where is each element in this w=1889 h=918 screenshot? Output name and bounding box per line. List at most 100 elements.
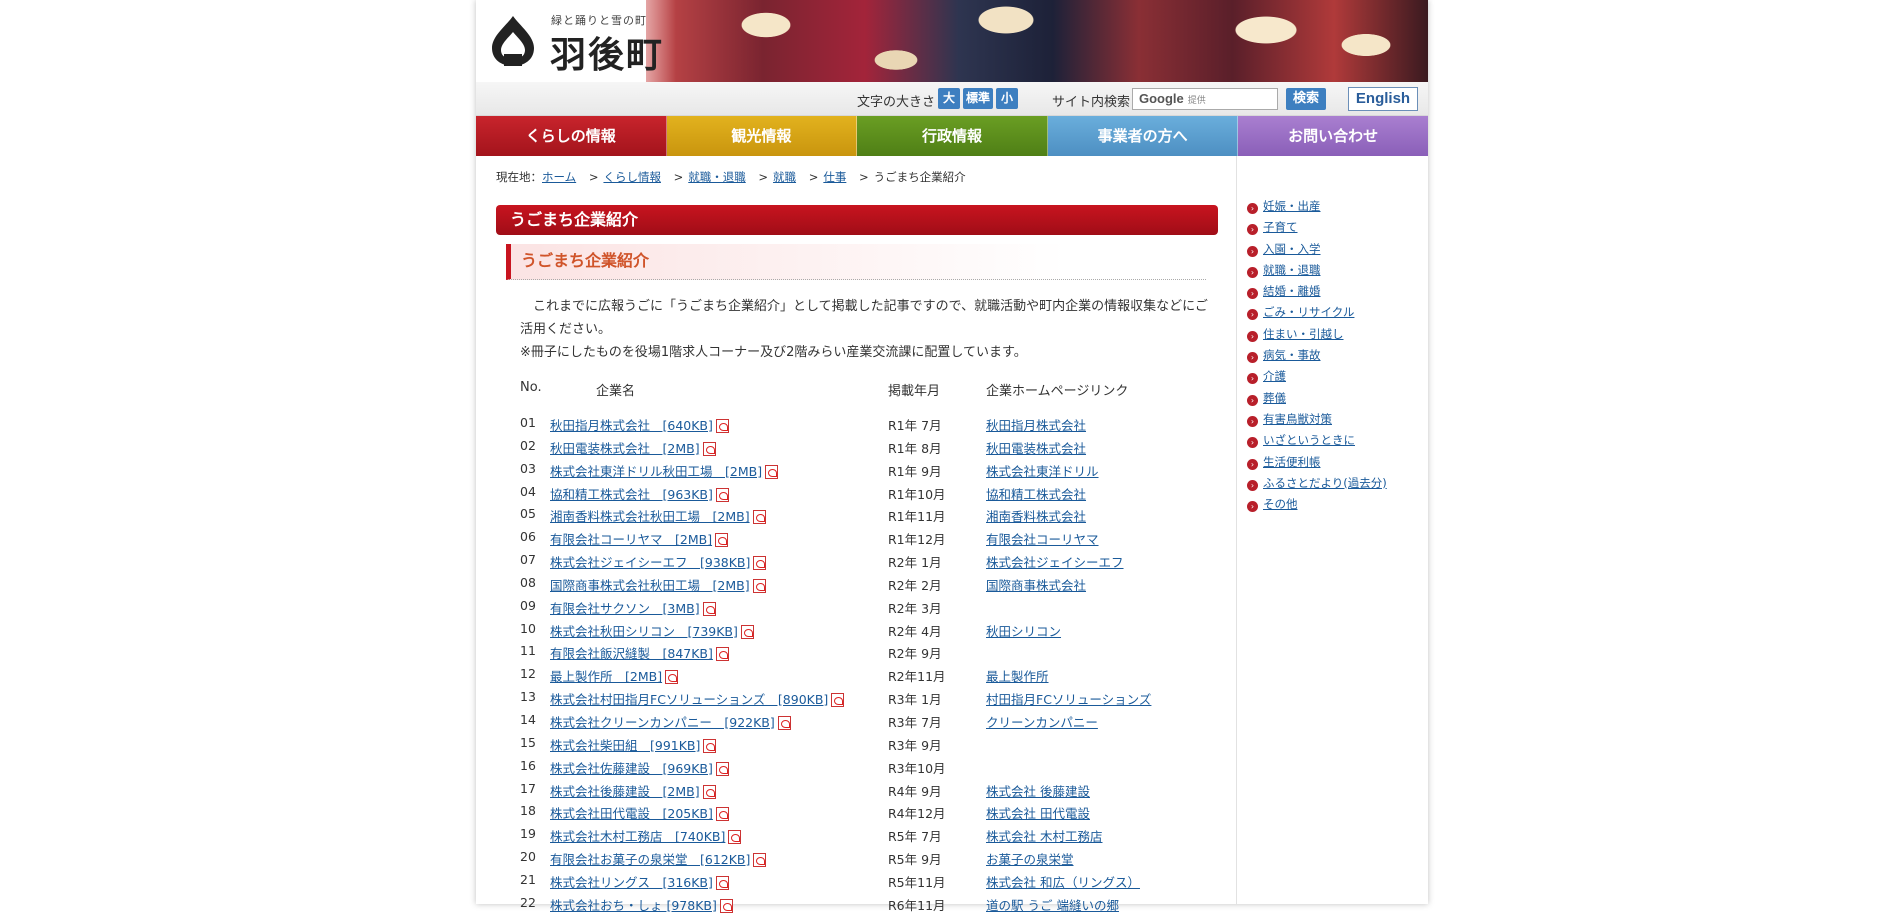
sidebar-item-link[interactable]: ごみ・リサイクル bbox=[1263, 305, 1354, 319]
sidebar-item-link[interactable]: 有害鳥獣対策 bbox=[1263, 412, 1332, 426]
company-pdf-link[interactable]: 有限会社コーリヤマ [2MB] bbox=[550, 529, 729, 548]
company-homepage-link[interactable]: 村田指月FCソリューションズ bbox=[986, 689, 1151, 708]
company-name[interactable]: 有限会社コーリヤマ [2MB] bbox=[550, 532, 712, 547]
sidebar-item[interactable]: › 結婚・離婚 bbox=[1247, 283, 1387, 304]
english-button[interactable]: English bbox=[1348, 87, 1418, 111]
sidebar-item-link[interactable]: 介護 bbox=[1263, 369, 1286, 383]
company-name[interactable]: 株式会社後藤建設 [2MB] bbox=[550, 784, 700, 799]
breadcrumb-link-home[interactable]: ホーム bbox=[542, 170, 576, 184]
company-homepage-link[interactable]: 有限会社コーリヤマ bbox=[986, 529, 1099, 548]
company-pdf-link[interactable]: 秋田電装株式会社 [2MB] bbox=[550, 438, 716, 457]
company-pdf-link[interactable]: 株式会社東洋ドリル秋田工場 [2MB] bbox=[550, 461, 779, 480]
sidebar-item[interactable]: › 子育て bbox=[1247, 219, 1387, 240]
company-name[interactable]: 有限会社お菓子の泉栄堂 [612KB] bbox=[550, 852, 750, 867]
sidebar-item-link[interactable]: 病気・事故 bbox=[1263, 348, 1321, 362]
company-pdf-link[interactable]: 株式会社田代電設 [205KB] bbox=[550, 803, 729, 822]
company-name[interactable]: 株式会社東洋ドリル秋田工場 [2MB] bbox=[550, 464, 762, 479]
company-name[interactable]: 秋田指月株式会社 [640KB] bbox=[550, 418, 713, 433]
company-homepage-link[interactable]: 株式会社 木村工務店 bbox=[986, 826, 1102, 845]
search-input[interactable]: Google 提供 bbox=[1132, 88, 1278, 110]
company-pdf-link[interactable]: 株式会社ジェイシーエフ [938KB] bbox=[550, 552, 767, 571]
sidebar-item[interactable]: › 介護 bbox=[1247, 368, 1387, 389]
sidebar-item-link[interactable]: 住まい・引越し bbox=[1263, 327, 1344, 341]
sidebar-item[interactable]: › 有害鳥獣対策 bbox=[1247, 411, 1387, 432]
sidebar-item[interactable]: › その他 bbox=[1247, 496, 1387, 517]
company-name[interactable]: 株式会社おち・しょ [978KB] bbox=[550, 898, 717, 913]
company-name[interactable]: 株式会社リングス [316KB] bbox=[550, 875, 713, 890]
company-name[interactable]: 国際商事株式会社秋田工場 [2MB] bbox=[550, 578, 750, 593]
nav-item-tourism[interactable]: 観光情報 bbox=[666, 116, 858, 156]
company-pdf-link[interactable]: 株式会社おち・しょ [978KB] bbox=[550, 895, 733, 914]
sidebar-item-link[interactable]: 子育て bbox=[1263, 220, 1298, 234]
company-name[interactable]: 有限会社サクソン [3MB] bbox=[550, 601, 700, 616]
sidebar-item-link[interactable]: いざというときに bbox=[1263, 433, 1355, 447]
sidebar-item[interactable]: › 葬儀 bbox=[1247, 390, 1387, 411]
breadcrumb-link-job[interactable]: 就職 bbox=[773, 170, 796, 184]
company-pdf-link[interactable]: 株式会社佐藤建設 [969KB] bbox=[550, 758, 729, 777]
company-pdf-link[interactable]: 有限会社お菓子の泉栄堂 [612KB] bbox=[550, 849, 767, 868]
sidebar-item[interactable]: › 入園・入学 bbox=[1247, 241, 1387, 262]
search-button[interactable]: 検索 bbox=[1286, 88, 1326, 110]
sidebar-item[interactable]: › ふるさとだより(過去分) bbox=[1247, 475, 1387, 496]
company-name[interactable]: 湘南香料株式会社秋田工場 [2MB] bbox=[550, 509, 750, 524]
sidebar-item-link[interactable]: 就職・退職 bbox=[1263, 263, 1321, 277]
company-name[interactable]: 株式会社クリーンカンパニー [922KB] bbox=[550, 715, 775, 730]
company-name[interactable]: 最上製作所 [2MB] bbox=[550, 669, 662, 684]
company-pdf-link[interactable]: 株式会社村田指月FCソリューションズ [890KB] bbox=[550, 689, 845, 708]
company-pdf-link[interactable]: 協和精工株式会社 [963KB] bbox=[550, 484, 729, 503]
company-pdf-link[interactable]: 国際商事株式会社秋田工場 [2MB] bbox=[550, 575, 766, 594]
sidebar-item-link[interactable]: 入園・入学 bbox=[1263, 242, 1321, 256]
sidebar-item[interactable]: › ごみ・リサイクル bbox=[1247, 304, 1387, 325]
sidebar-item-link[interactable]: 葬儀 bbox=[1263, 391, 1286, 405]
font-size-large-button[interactable]: 大 bbox=[938, 88, 960, 109]
breadcrumb-link-employment[interactable]: 就職・退職 bbox=[688, 170, 746, 184]
sidebar-item[interactable]: › 住まい・引越し bbox=[1247, 326, 1387, 347]
breadcrumb-link-living[interactable]: くらし情報 bbox=[603, 170, 661, 184]
nav-item-administration[interactable]: 行政情報 bbox=[857, 116, 1048, 156]
company-homepage-link[interactable]: 協和精工株式会社 bbox=[986, 484, 1086, 503]
site-logo[interactable]: 緑と踊りと雪の町 羽後町 bbox=[476, 0, 676, 82]
company-homepage-link[interactable]: 秋田指月株式会社 bbox=[986, 415, 1086, 434]
company-name[interactable]: 協和精工株式会社 [963KB] bbox=[550, 487, 713, 502]
company-homepage-link[interactable]: 株式会社 和広（リングス） bbox=[986, 872, 1140, 891]
company-name[interactable]: 株式会社柴田組 [991KB] bbox=[550, 738, 700, 753]
company-pdf-link[interactable]: 株式会社木村工務店 [740KB] bbox=[550, 826, 742, 845]
sidebar-item[interactable]: › 就職・退職 bbox=[1247, 262, 1387, 283]
nav-item-contact[interactable]: お問い合わせ bbox=[1238, 116, 1428, 156]
company-name[interactable]: 株式会社田代電設 [205KB] bbox=[550, 806, 713, 821]
company-name[interactable]: 株式会社佐藤建設 [969KB] bbox=[550, 761, 713, 776]
company-homepage-link[interactable]: 秋田シリコン bbox=[986, 621, 1061, 640]
nav-item-living[interactable]: くらしの情報 bbox=[476, 116, 667, 156]
company-homepage-link[interactable]: 道の駅 うご 端縫いの郷 bbox=[986, 895, 1119, 914]
company-homepage-link[interactable]: 湘南香料株式会社 bbox=[986, 506, 1086, 525]
company-homepage-link[interactable]: 国際商事株式会社 bbox=[986, 575, 1086, 594]
font-size-normal-button[interactable]: 標準 bbox=[963, 88, 993, 109]
company-pdf-link[interactable]: 有限会社サクソン [3MB] bbox=[550, 598, 716, 617]
company-homepage-link[interactable]: クリーンカンパニー bbox=[986, 712, 1098, 731]
company-pdf-link[interactable]: 株式会社クリーンカンパニー [922KB] bbox=[550, 712, 791, 731]
sidebar-item-link[interactable]: 生活便利帳 bbox=[1263, 455, 1321, 469]
company-homepage-link[interactable]: 株式会社 後藤建設 bbox=[986, 781, 1090, 800]
company-homepage-link[interactable]: 株式会社 田代電設 bbox=[986, 803, 1090, 822]
company-name[interactable]: 株式会社村田指月FCソリューションズ [890KB] bbox=[550, 692, 828, 707]
sidebar-item-link[interactable]: ふるさとだより(過去分) bbox=[1263, 476, 1387, 490]
company-pdf-link[interactable]: 湘南香料株式会社秋田工場 [2MB] bbox=[550, 506, 766, 525]
company-pdf-link[interactable]: 最上製作所 [2MB] bbox=[550, 666, 679, 685]
company-pdf-link[interactable]: 株式会社秋田シリコン [739KB] bbox=[550, 621, 754, 640]
sidebar-item-link[interactable]: 結婚・離婚 bbox=[1263, 284, 1321, 298]
company-pdf-link[interactable]: 株式会社リングス [316KB] bbox=[550, 872, 729, 891]
company-homepage-link[interactable]: 秋田電装株式会社 bbox=[986, 438, 1086, 457]
sidebar-item[interactable]: › 生活便利帳 bbox=[1247, 454, 1387, 475]
company-homepage-link[interactable]: お菓子の泉栄堂 bbox=[986, 849, 1074, 868]
breadcrumb-link-work[interactable]: 仕事 bbox=[823, 170, 846, 184]
company-pdf-link[interactable]: 株式会社柴田組 [991KB] bbox=[550, 735, 717, 754]
font-size-small-button[interactable]: 小 bbox=[996, 88, 1018, 109]
company-name[interactable]: 秋田電装株式会社 [2MB] bbox=[550, 441, 700, 456]
company-name[interactable]: 株式会社秋田シリコン [739KB] bbox=[550, 624, 738, 639]
sidebar-item-link[interactable]: その他 bbox=[1263, 497, 1298, 511]
sidebar-item-link[interactable]: 妊娠・出産 bbox=[1263, 199, 1321, 213]
sidebar-item[interactable]: › 病気・事故 bbox=[1247, 347, 1387, 368]
company-name[interactable]: 株式会社木村工務店 [740KB] bbox=[550, 829, 725, 844]
sidebar-item[interactable]: › 妊娠・出産 bbox=[1247, 198, 1387, 219]
company-name[interactable]: 有限会社飯沢縫製 [847KB] bbox=[550, 646, 713, 661]
